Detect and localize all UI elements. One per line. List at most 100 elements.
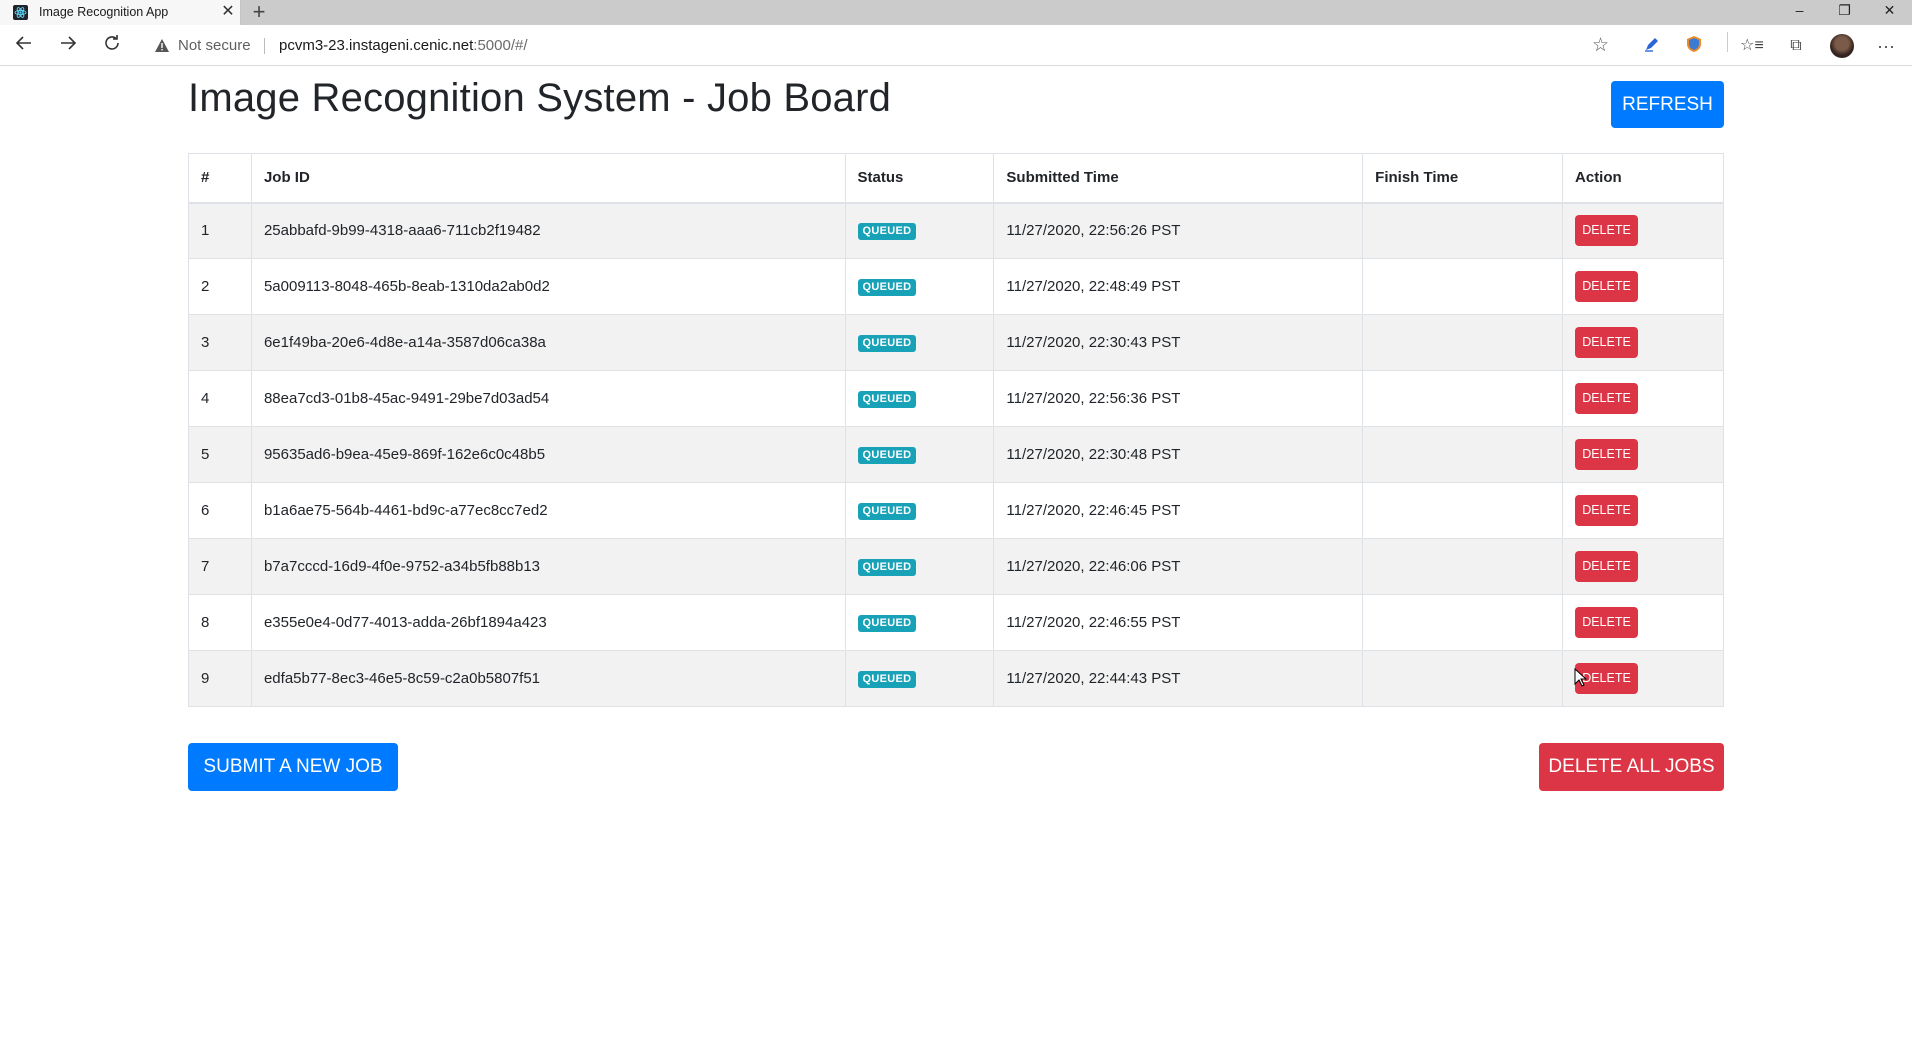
not-secure-label[interactable]: Not secure <box>178 37 251 54</box>
status-cell: QUEUED <box>844 426 995 483</box>
job-id: edfa5b77-8ec3-46e5-8c59-c2a0b5807f51 <box>250 650 846 707</box>
row-number: 2 <box>188 258 252 315</box>
submitted-time: 11/27/2020, 22:56:36 PST <box>993 370 1364 427</box>
browser-toolbar: Not secure pcvm3-23.instageni.cenic.net:… <box>0 25 1912 66</box>
restore-icon[interactable]: ❐ <box>1822 0 1867 22</box>
tab-strip: Image Recognition App ✕ + – ❐ ✕ <box>0 0 1912 25</box>
table-row: 5 95635ad6-b9ea-45e9-869f-162e6c0c48b5 Q… <box>188 426 1724 483</box>
table-row: 8 e355e0e4-0d77-4013-adda-26bf1894a423 Q… <box>188 594 1724 651</box>
status-cell: QUEUED <box>844 650 995 707</box>
status-badge: QUEUED <box>857 503 917 520</box>
delete-job-button[interactable]: DELETE <box>1575 607 1639 638</box>
submitted-time: 11/27/2020, 22:48:49 PST <box>993 258 1364 315</box>
table-row: 9 edfa5b77-8ec3-46e5-8c59-c2a0b5807f51 Q… <box>188 650 1724 707</box>
finish-time <box>1362 650 1564 707</box>
forward-arrow-icon[interactable] <box>54 33 82 61</box>
status-badge: QUEUED <box>857 279 917 296</box>
job-id: 5a009113-8048-465b-8eab-1310da2ab0d2 <box>250 258 846 315</box>
delete-job-button[interactable]: DELETE <box>1575 439 1639 470</box>
tab-title: Image Recognition App <box>39 5 169 19</box>
action-cell: DELETE <box>1562 314 1724 371</box>
job-id: b7a7cccd-16d9-4f0e-9752-a34b5fb88b13 <box>250 538 846 595</box>
row-number: 8 <box>188 594 252 651</box>
table-row: 3 6e1f49ba-20e6-4d8e-a14a-3587d06ca38a Q… <box>188 314 1724 371</box>
header-status: Status <box>844 153 995 204</box>
url-text[interactable]: pcvm3-23.instageni.cenic.net:5000/#/ <box>279 37 528 54</box>
header-job-id: Job ID <box>250 153 846 204</box>
close-tab-icon[interactable]: ✕ <box>218 2 238 22</box>
finish-time <box>1362 370 1564 427</box>
pen-icon[interactable] <box>1640 35 1664 57</box>
status-cell: QUEUED <box>844 258 995 315</box>
finish-time <box>1362 594 1564 651</box>
row-number: 9 <box>188 650 252 707</box>
row-number: 5 <box>188 426 252 483</box>
submitted-time: 11/27/2020, 22:30:48 PST <box>993 426 1364 483</box>
action-cell: DELETE <box>1562 426 1724 483</box>
back-arrow-icon[interactable] <box>10 33 38 61</box>
status-badge: QUEUED <box>857 391 917 408</box>
favorites-icon[interactable]: ☆≡ <box>1740 35 1764 57</box>
delete-job-button[interactable]: DELETE <box>1575 383 1639 414</box>
table-row: 4 88ea7cd3-01b8-45ac-9491-29be7d03ad54 Q… <box>188 370 1724 427</box>
finish-time <box>1362 538 1564 595</box>
header-action: Action <box>1562 153 1724 204</box>
header-number: # <box>188 153 252 204</box>
finish-time <box>1362 258 1564 315</box>
submitted-time: 11/27/2020, 22:56:26 PST <box>993 202 1364 259</box>
profile-avatar[interactable] <box>1830 34 1854 58</box>
action-cell: DELETE <box>1562 538 1724 595</box>
url-host: pcvm3-23.instageni.cenic.net <box>279 37 474 54</box>
table-header-row: # Job ID Status Submitted Time Finish Ti… <box>188 153 1724 204</box>
job-id: 6e1f49ba-20e6-4d8e-a14a-3587d06ca38a <box>250 314 846 371</box>
row-number: 3 <box>188 314 252 371</box>
more-icon[interactable]: ··· <box>1874 35 1898 57</box>
status-badge: QUEUED <box>857 223 917 241</box>
status-badge: QUEUED <box>857 615 917 632</box>
new-tab-icon[interactable]: + <box>248 1 270 23</box>
status-cell: QUEUED <box>844 370 995 427</box>
row-number: 1 <box>188 202 252 259</box>
submitted-time: 11/27/2020, 22:46:06 PST <box>993 538 1364 595</box>
action-cell: DELETE <box>1562 258 1724 315</box>
job-id: 95635ad6-b9ea-45e9-869f-162e6c0c48b5 <box>250 426 846 483</box>
row-number: 6 <box>188 482 252 539</box>
star-icon[interactable]: ☆ <box>1592 34 1609 57</box>
status-cell: QUEUED <box>844 538 995 595</box>
table-row: 7 b7a7cccd-16d9-4f0e-9752-a34b5fb88b13 Q… <box>188 538 1724 595</box>
status-badge: QUEUED <box>857 335 917 352</box>
toolbar-separator <box>1727 32 1728 52</box>
delete-job-button[interactable]: DELETE <box>1575 495 1639 526</box>
job-id: 88ea7cd3-01b8-45ac-9491-29be7d03ad54 <box>250 370 846 427</box>
row-number: 4 <box>188 370 252 427</box>
status-cell: QUEUED <box>844 314 995 371</box>
delete-job-button[interactable]: DELETE <box>1575 271 1639 302</box>
delete-job-button[interactable]: DELETE <box>1575 327 1639 358</box>
delete-job-button[interactable]: DELETE <box>1575 215 1639 247</box>
refresh-button[interactable]: REFRESH <box>1611 81 1724 128</box>
collections-icon[interactable]: ⧉ <box>1784 35 1808 57</box>
finish-time <box>1362 314 1564 371</box>
shield-icon[interactable] <box>1682 35 1706 57</box>
delete-all-jobs-button[interactable]: DELETE ALL JOBS <box>1539 743 1724 791</box>
minimize-icon[interactable]: – <box>1777 0 1822 22</box>
status-cell: QUEUED <box>844 594 995 651</box>
url-path: :5000/#/ <box>473 37 528 54</box>
job-id: 25abbafd-9b99-4318-aaa6-711cb2f19482 <box>250 202 846 259</box>
status-badge: QUEUED <box>857 559 917 576</box>
page-title: Image Recognition System - Job Board <box>188 76 892 120</box>
reload-icon[interactable] <box>98 33 126 61</box>
submit-new-job-button[interactable]: SUBMIT A NEW JOB <box>188 743 398 791</box>
job-id: b1a6ae75-564b-4461-bd9c-a77ec8cc7ed2 <box>250 482 846 539</box>
address-bar[interactable]: Not secure pcvm3-23.instageni.cenic.net:… <box>140 30 1612 62</box>
action-cell: DELETE <box>1562 594 1724 651</box>
action-cell: DELETE <box>1562 482 1724 539</box>
action-cell: DELETE <box>1562 202 1724 259</box>
delete-job-button[interactable]: DELETE <box>1575 551 1639 582</box>
table-row: 1 25abbafd-9b99-4318-aaa6-711cb2f19482 Q… <box>188 202 1724 259</box>
close-window-icon[interactable]: ✕ <box>1867 0 1912 22</box>
finish-time <box>1362 202 1564 259</box>
warning-icon[interactable] <box>154 38 170 58</box>
jobs-table: # Job ID Status Submitted Time Finish Ti… <box>188 153 1724 707</box>
browser-tab[interactable]: Image Recognition App ✕ <box>0 0 241 25</box>
